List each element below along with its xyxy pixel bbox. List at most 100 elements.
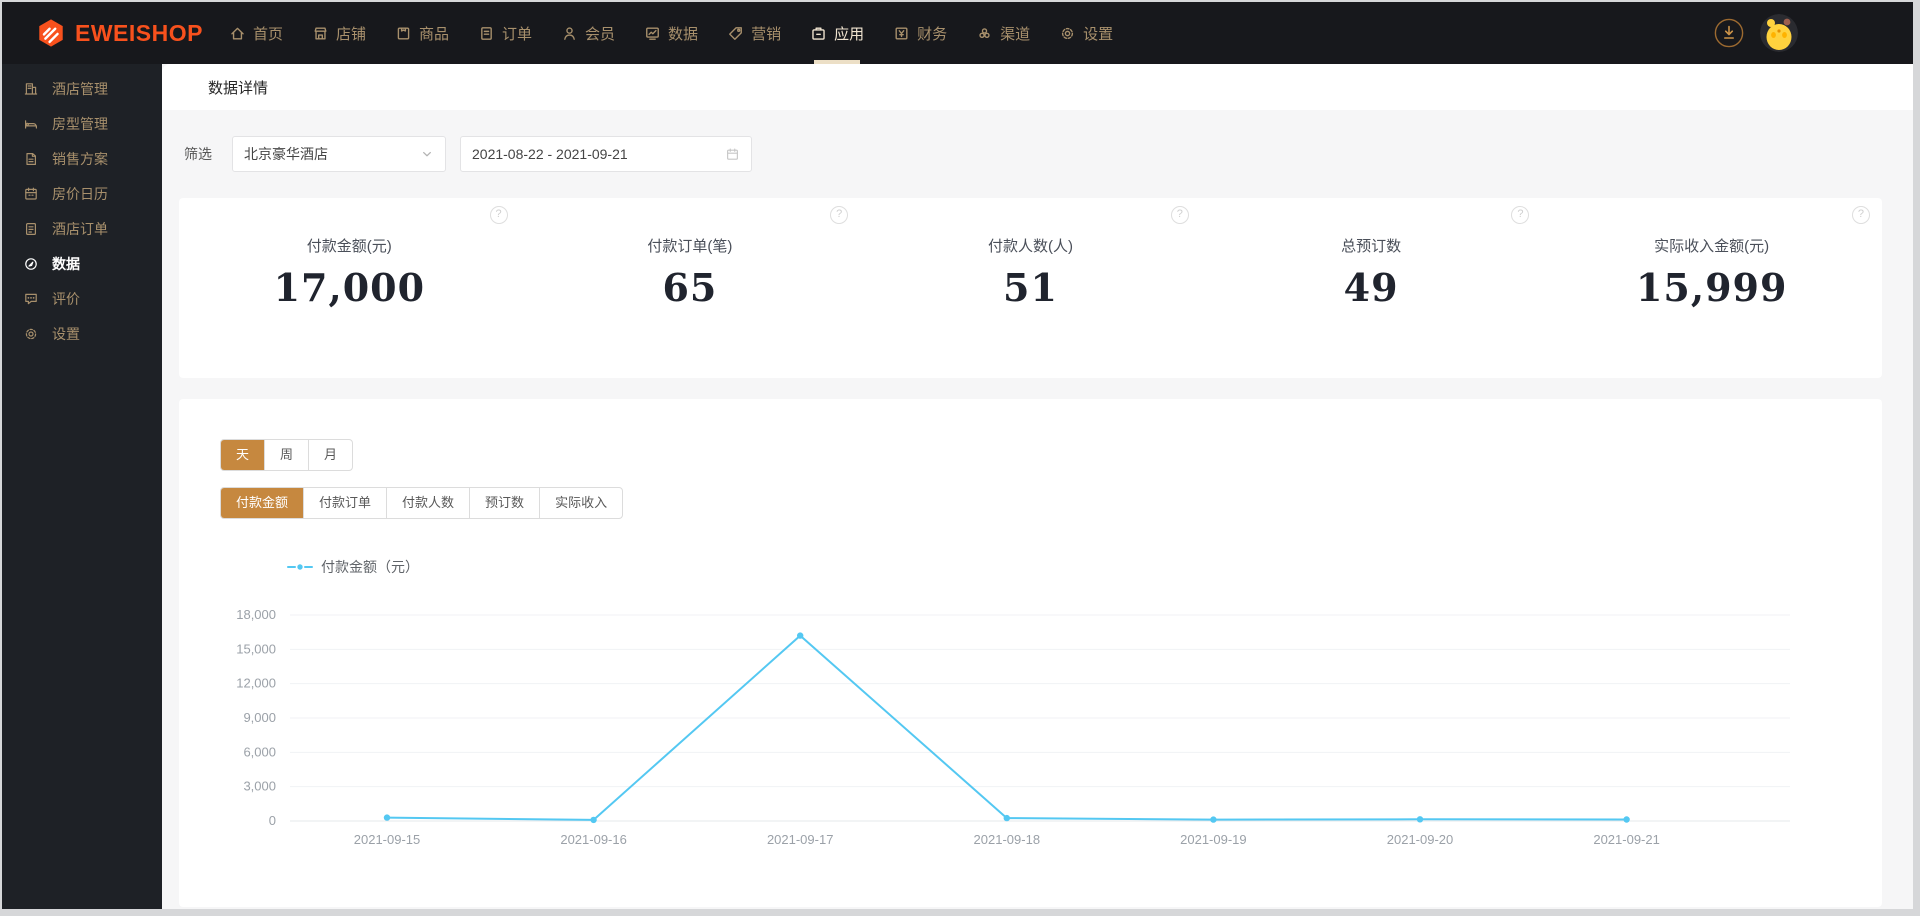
nav-item-channel[interactable]: 渠道	[976, 2, 1030, 64]
sidebar-item-data[interactable]: 数据	[2, 246, 162, 281]
logo-text: EWEISHOP	[75, 19, 203, 46]
sidebar-item-label: 销售方案	[52, 150, 108, 167]
stat-card-actual-income: ? 实际收入金额(元) 15,999	[1541, 198, 1882, 378]
navbar-right	[1714, 14, 1913, 52]
nav-item-home[interactable]: 首页	[229, 2, 283, 64]
top-nav-menu: 首页 店铺 商品 订单 会员 数据 营销 应用 财务 渠道 设置	[229, 2, 1113, 64]
svg-text:2021-09-18: 2021-09-18	[974, 832, 1041, 847]
sidebar-item-hotel-order[interactable]: 酒店订单	[2, 211, 162, 246]
nav-item-order[interactable]: 订单	[478, 2, 532, 64]
main-content: 数据详情 筛选 北京豪华酒店 2021-08-22 - 2021-09-21 ?…	[162, 64, 1913, 909]
app-window: EWEISHOP 首页 店铺 商品 订单 会员 数据 营销 应用 财务 渠道 设…	[2, 2, 1913, 909]
sidebar-item-sales-plan[interactable]: 销售方案	[2, 141, 162, 176]
nav-item-member[interactable]: 会员	[561, 2, 615, 64]
line-chart[interactable]: 0 3,000 6,000 9,000 12,000 15,000 18,000 2021-0…	[195, 599, 1855, 861]
stat-label: 付款人数(人)	[987, 238, 1073, 255]
marketing-tag-icon	[729, 26, 742, 40]
tab-actual-income[interactable]: 实际收入	[539, 488, 622, 518]
apps-icon	[812, 26, 825, 40]
help-icon[interactable]: ?	[1511, 206, 1530, 224]
settings-gear-icon	[25, 328, 37, 339]
eweishop-logo-icon	[39, 19, 63, 47]
nav-item-finance[interactable]: 财务	[893, 2, 947, 64]
sidebar-item-label: 房型管理	[52, 115, 108, 132]
nav-item-data[interactable]: 数据	[644, 2, 698, 64]
data-board-icon	[646, 26, 659, 40]
svg-text:0: 0	[269, 813, 276, 828]
tab-week[interactable]: 周	[264, 440, 308, 470]
stat-card-pay-amount: ? 付款金额(元) 17,000	[179, 198, 520, 378]
sidebar-item-review[interactable]: 评价	[2, 281, 162, 316]
channel-icon	[979, 27, 990, 38]
stat-label: 付款订单(笔)	[647, 238, 733, 255]
sidebar-item-label: 酒店管理	[52, 80, 108, 97]
hotel-select[interactable]: 北京豪华酒店	[232, 136, 446, 172]
tab-pay-orders[interactable]: 付款订单	[303, 488, 386, 518]
tab-day[interactable]: 天	[221, 440, 265, 470]
nav-item-label: 数据	[668, 25, 699, 43]
sidebar-item-label: 设置	[52, 325, 80, 342]
help-icon[interactable]: ?	[489, 206, 508, 224]
calendar-icon	[727, 148, 738, 160]
nav-item-label: 会员	[585, 25, 616, 43]
tab-pay-users[interactable]: 付款人数	[386, 488, 469, 518]
avatar[interactable]	[1760, 14, 1798, 52]
chevron-down-icon	[423, 151, 431, 157]
sales-doc-icon	[26, 152, 36, 165]
nav-item-label: 应用	[834, 25, 865, 43]
svg-text:15,000: 15,000	[236, 641, 276, 656]
svg-text:3,000: 3,000	[243, 779, 276, 794]
nav-item-shop[interactable]: 店铺	[312, 2, 366, 64]
sidebar-item-label: 评价	[52, 290, 80, 307]
chart-legend[interactable]: 付款金额（元）	[287, 557, 1882, 577]
chart-area: 0 3,000 6,000 9,000 12,000 15,000 18,000 2021-0…	[195, 599, 1882, 866]
nav-item-goods[interactable]: 商品	[395, 2, 449, 64]
svg-text:2021-09-21: 2021-09-21	[1593, 832, 1660, 847]
nav-item-label: 营销	[751, 25, 782, 43]
download-icon[interactable]	[1714, 18, 1744, 48]
page-title: 数据详情	[208, 79, 269, 97]
sidebar-item-price-calendar[interactable]: 房价日历	[2, 176, 162, 211]
date-range-value: 2021-08-22 - 2021-09-21	[472, 146, 628, 162]
tab-month[interactable]: 月	[308, 440, 352, 470]
logo[interactable]: EWEISHOP	[36, 18, 203, 48]
chart-panel: 天 周 月 付款金额 付款订单 付款人数 预订数 实际收入 付款金额（元） 0 …	[179, 399, 1882, 907]
help-icon[interactable]: ?	[830, 206, 849, 224]
stat-card-total-bookings: ? 总预订数 49	[1201, 198, 1542, 378]
date-range-input[interactable]: 2021-08-22 - 2021-09-21	[460, 136, 752, 172]
stat-value: 51	[1003, 265, 1058, 310]
nav-item-apps[interactable]: 应用	[810, 2, 864, 64]
settings-gear-icon	[1062, 27, 1074, 39]
nav-item-label: 首页	[252, 25, 283, 43]
sidebar-item-settings[interactable]: 设置	[2, 316, 162, 351]
hotel-select-value: 北京豪华酒店	[244, 146, 328, 162]
help-icon[interactable]: ?	[1851, 206, 1870, 224]
metric-tab-group: 付款金额 付款订单 付款人数 预订数 实际收入	[220, 487, 624, 519]
order-icon	[481, 26, 492, 40]
stat-label: 总预订数	[1341, 238, 1402, 255]
sidebar-item-room-type[interactable]: 房型管理	[2, 106, 162, 141]
sidebar-item-label: 酒店订单	[52, 220, 108, 237]
nav-item-settings[interactable]: 设置	[1059, 2, 1113, 64]
nav-item-marketing[interactable]: 营销	[727, 2, 781, 64]
svg-text:18,000: 18,000	[236, 607, 276, 622]
hotel-building-icon	[24, 82, 38, 95]
home-icon	[231, 27, 244, 40]
stat-label: 实际收入金额(元)	[1654, 238, 1770, 255]
tab-pay-amount[interactable]: 付款金额	[221, 488, 304, 518]
stats-panel: ? 付款金额(元) 17,000 ? 付款订单(笔) 65 ? 付款人数(人) …	[179, 198, 1882, 378]
stat-label: 付款金额(元)	[306, 238, 392, 255]
stat-value: 49	[1343, 265, 1399, 310]
svg-text:2021-09-20: 2021-09-20	[1387, 832, 1454, 847]
stat-value: 17,000	[273, 265, 426, 310]
legend-marker-icon	[287, 564, 313, 570]
filter-row: 筛选 北京豪华酒店 2021-08-22 - 2021-09-21	[162, 110, 1913, 198]
stat-value: 65	[662, 265, 718, 310]
sidebar-item-hotel-mgmt[interactable]: 酒店管理	[2, 71, 162, 106]
tab-bookings[interactable]: 预订数	[469, 488, 539, 518]
help-icon[interactable]: ?	[1170, 206, 1189, 224]
nav-item-label: 订单	[502, 25, 533, 43]
nav-item-label: 财务	[917, 25, 948, 43]
filter-label: 筛选	[184, 146, 212, 162]
nav-item-label: 商品	[419, 25, 450, 43]
